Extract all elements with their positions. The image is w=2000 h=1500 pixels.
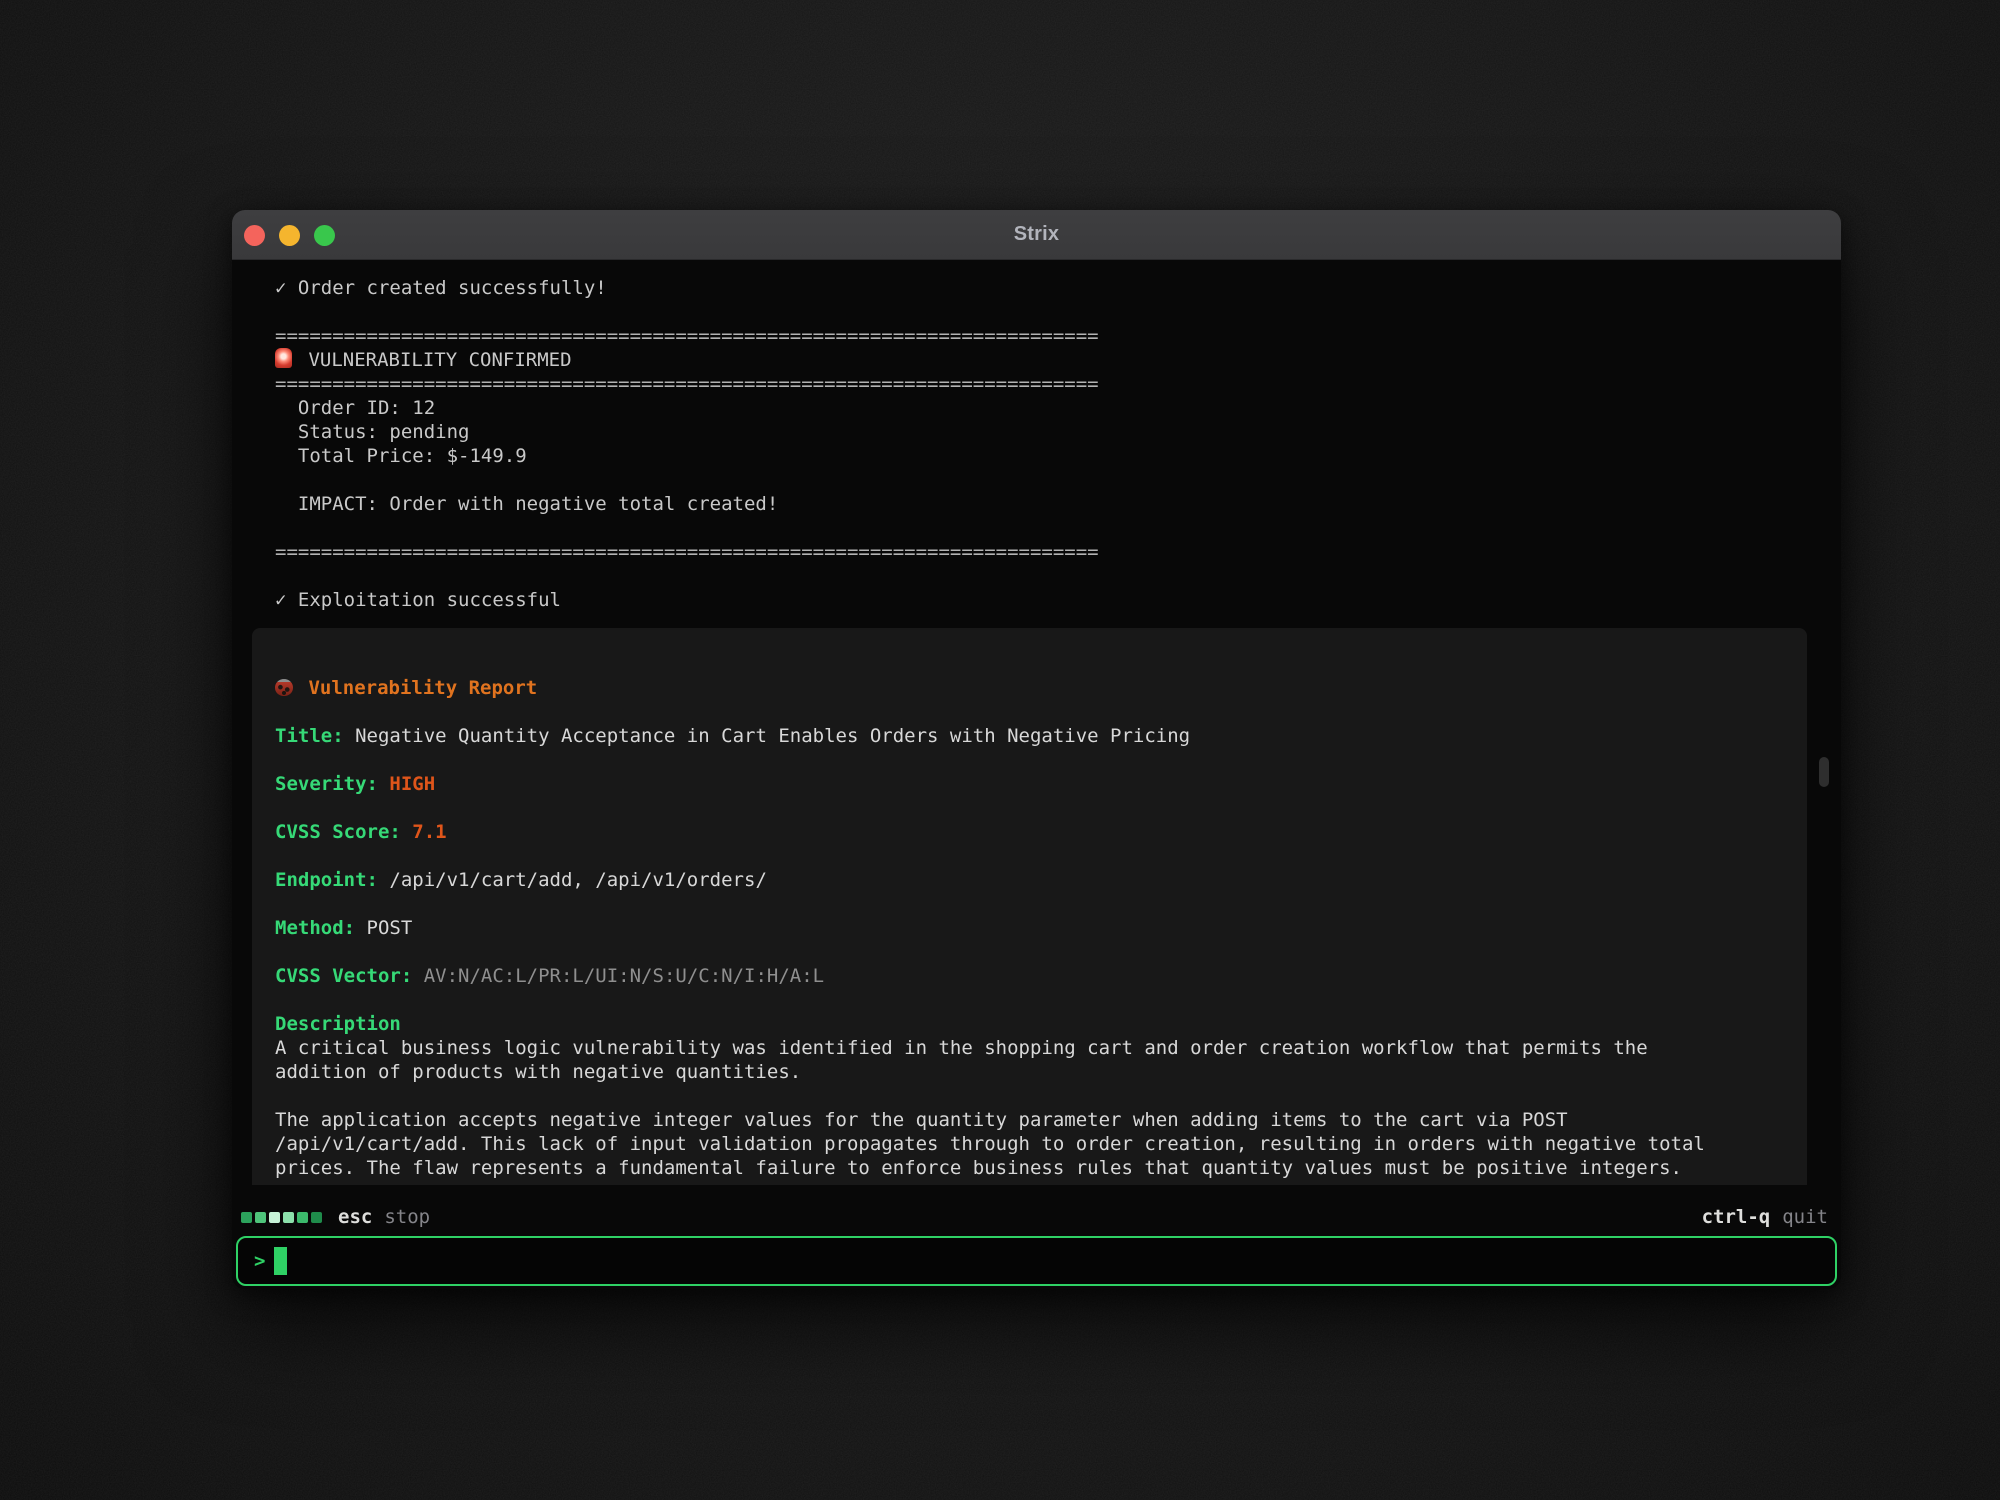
terminal-output: ✓ Order created successfully! ===========… — [275, 276, 1099, 612]
report-line: Vulnerability Report — [275, 676, 1705, 700]
report-line — [275, 748, 1705, 772]
text-segment: ========================================… — [275, 373, 1099, 395]
report-line: Method: POST — [275, 916, 1705, 940]
text-segment: POST — [355, 917, 412, 939]
terminal-line: ✓ Order created successfully! — [275, 276, 1099, 300]
terminal-window: Strix ✓ Order created successfully! =====… — [232, 210, 1841, 1289]
status-bar: esc stop ctrl-q quit — [232, 1200, 1841, 1234]
traffic-lights — [244, 210, 335, 260]
terminal-line: Order ID: 12 — [275, 396, 1099, 420]
terminal-line: IMPACT: Order with negative total create… — [275, 492, 1099, 516]
terminal-line — [275, 468, 1099, 492]
command-input[interactable]: > — [236, 1236, 1837, 1286]
text-segment: Endpoint: — [275, 869, 378, 891]
text-segment — [378, 773, 389, 795]
terminal-line — [275, 300, 1099, 324]
spinner-dot — [269, 1212, 280, 1223]
text-segment: 7.1 — [412, 821, 446, 843]
report-line: CVSS Vector: AV:N/AC:L/PR:L/UI:N/S:U/C:N… — [275, 964, 1705, 988]
report-line: Title: Negative Quantity Acceptance in C… — [275, 724, 1705, 748]
text-segment: IMPACT: Order with negative total create… — [275, 493, 778, 515]
esc-key-hint: esc — [338, 1206, 372, 1228]
prompt-symbol: > — [254, 1250, 265, 1272]
text-segment: ✓ Exploitation successful — [275, 589, 561, 611]
report-line: A critical business logic vulnerability … — [275, 1036, 1705, 1060]
terminal-line — [275, 564, 1099, 588]
text-segment — [401, 821, 412, 843]
report-line: Endpoint: /api/v1/cart/add, /api/v1/orde… — [275, 868, 1705, 892]
text-segment: VULNERABILITY CONFIRMED — [297, 349, 572, 371]
text-segment: A critical business logic vulnerability … — [275, 1037, 1648, 1059]
report-line: The application accepts negative integer… — [275, 1108, 1705, 1132]
quit-label: quit — [1782, 1206, 1828, 1228]
text-segment: HIGH — [389, 773, 435, 795]
text-segment: AV:N/AC:L/PR:L/UI:N/S:U/C:N/I:H/A:L — [412, 965, 824, 987]
report-line — [275, 1084, 1705, 1108]
terminal-line: Total Price: $-149.9 — [275, 444, 1099, 468]
text-cursor — [274, 1247, 287, 1275]
report-line — [275, 844, 1705, 868]
text-segment: ========================================… — [275, 541, 1099, 563]
terminal-line: ========================================… — [275, 540, 1099, 564]
vulnerability-report-panel: Vulnerability Report Title: Negative Quan… — [252, 628, 1807, 1185]
text-segment: /api/v1/cart/add, /api/v1/orders/ — [378, 869, 767, 891]
report-line: prices. The flaw represents a fundamenta… — [275, 1156, 1705, 1180]
text-segment: The application accepts negative integer… — [275, 1109, 1568, 1131]
close-button[interactable] — [244, 225, 265, 246]
report-content: Vulnerability Report Title: Negative Quan… — [275, 676, 1705, 1180]
spinner-dot — [311, 1212, 322, 1223]
text-segment: Status: pending — [275, 421, 469, 443]
report-line: CVSS Score: 7.1 — [275, 820, 1705, 844]
text-segment: CVSS Score: — [275, 821, 401, 843]
report-line — [275, 796, 1705, 820]
spinner-dot — [283, 1212, 294, 1223]
titlebar[interactable]: Strix — [232, 210, 1841, 260]
report-line — [275, 988, 1705, 1012]
siren-icon — [275, 348, 292, 368]
text-segment: Title: — [275, 725, 344, 747]
report-line: Description — [275, 1012, 1705, 1036]
report-line: addition of products with negative quant… — [275, 1060, 1705, 1084]
text-segment: Method: — [275, 917, 355, 939]
text-segment: addition of products with negative quant… — [275, 1061, 801, 1083]
text-segment: ✓ Order created successfully! — [275, 277, 607, 299]
text-segment: Order ID: 12 — [275, 397, 435, 419]
text-segment: Vulnerability Report — [297, 677, 537, 699]
spinner-dot — [297, 1212, 308, 1223]
text-segment: CVSS Vector: — [275, 965, 412, 987]
quit-key-hint: ctrl-q — [1702, 1206, 1771, 1228]
text-segment: prices. The flaw represents a fundamenta… — [275, 1157, 1682, 1179]
terminal-output-area: ✓ Order created successfully! ===========… — [232, 260, 1841, 1185]
terminal-line: ========================================… — [275, 324, 1099, 348]
text-segment: ========================================… — [275, 325, 1099, 347]
text-segment: Total Price: $-149.9 — [275, 445, 527, 467]
report-line: Severity: HIGH — [275, 772, 1705, 796]
text-segment: Negative Quantity Acceptance in Cart Ena… — [344, 725, 1190, 747]
terminal-line: ✓ Exploitation successful — [275, 588, 1099, 612]
report-line: /api/v1/cart/add. This lack of input val… — [275, 1132, 1705, 1156]
minimize-button[interactable] — [279, 225, 300, 246]
report-line — [275, 940, 1705, 964]
status-right: ctrl-q quit — [1702, 1206, 1828, 1228]
window-title: Strix — [1014, 223, 1059, 246]
stop-label: stop — [384, 1206, 430, 1228]
terminal-line: Status: pending — [275, 420, 1099, 444]
text-segment: Severity: — [275, 773, 378, 795]
text-segment: /api/v1/cart/add. This lack of input val… — [275, 1133, 1705, 1155]
spinner — [241, 1212, 322, 1223]
terminal-line — [275, 516, 1099, 540]
zoom-button[interactable] — [314, 225, 335, 246]
text-segment: Description — [275, 1013, 401, 1035]
terminal-line: ========================================… — [275, 372, 1099, 396]
spinner-dot — [255, 1212, 266, 1223]
report-line — [275, 892, 1705, 916]
terminal-line: VULNERABILITY CONFIRMED — [275, 348, 1099, 372]
report-line — [275, 700, 1705, 724]
bug-icon — [275, 679, 293, 696]
scrollbar-thumb[interactable] — [1819, 757, 1829, 787]
status-left: esc stop — [241, 1206, 430, 1228]
spinner-dot — [241, 1212, 252, 1223]
